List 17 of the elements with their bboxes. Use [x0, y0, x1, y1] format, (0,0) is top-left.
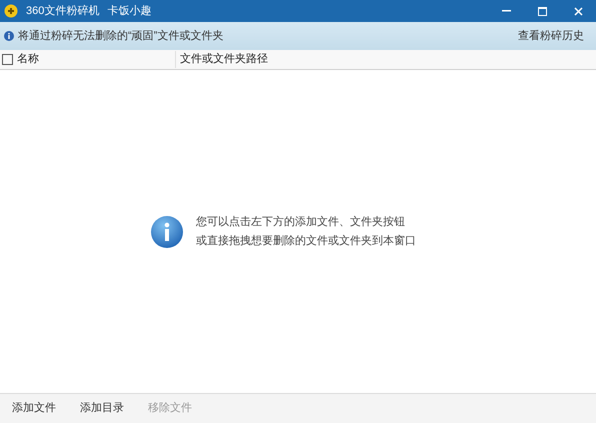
hint-text: 或直接拖拽想要删除的文件或文件夹到本窗口 [196, 234, 416, 249]
info-icon [150, 214, 184, 248]
select-all-checkbox[interactable] [2, 54, 13, 65]
app-logo-icon [4, 4, 18, 18]
minimize-icon [502, 10, 510, 12]
window-title: 360文件粉碎机 [26, 4, 100, 19]
maximize-icon [538, 6, 546, 16]
column-header[interactable]: 名称 [17, 51, 175, 68]
history-link[interactable]: 查看粉碎历史 [518, 28, 592, 44]
footer-button[interactable]: 添加目录 [80, 400, 124, 417]
window-subtitle: 卡饭小趣 [107, 4, 152, 19]
column-header[interactable]: 文件或文件夹路径 [175, 51, 268, 68]
hint-text: 您可以点击左下方的添加文件、文件夹按钮 [196, 214, 406, 230]
info-icon [4, 31, 14, 41]
info-text: 将通过粉碎无法删除的“顽固”文件或文件夹 [18, 28, 224, 44]
footer-button[interactable]: 添加文件 [12, 400, 56, 417]
close-icon [574, 6, 582, 16]
